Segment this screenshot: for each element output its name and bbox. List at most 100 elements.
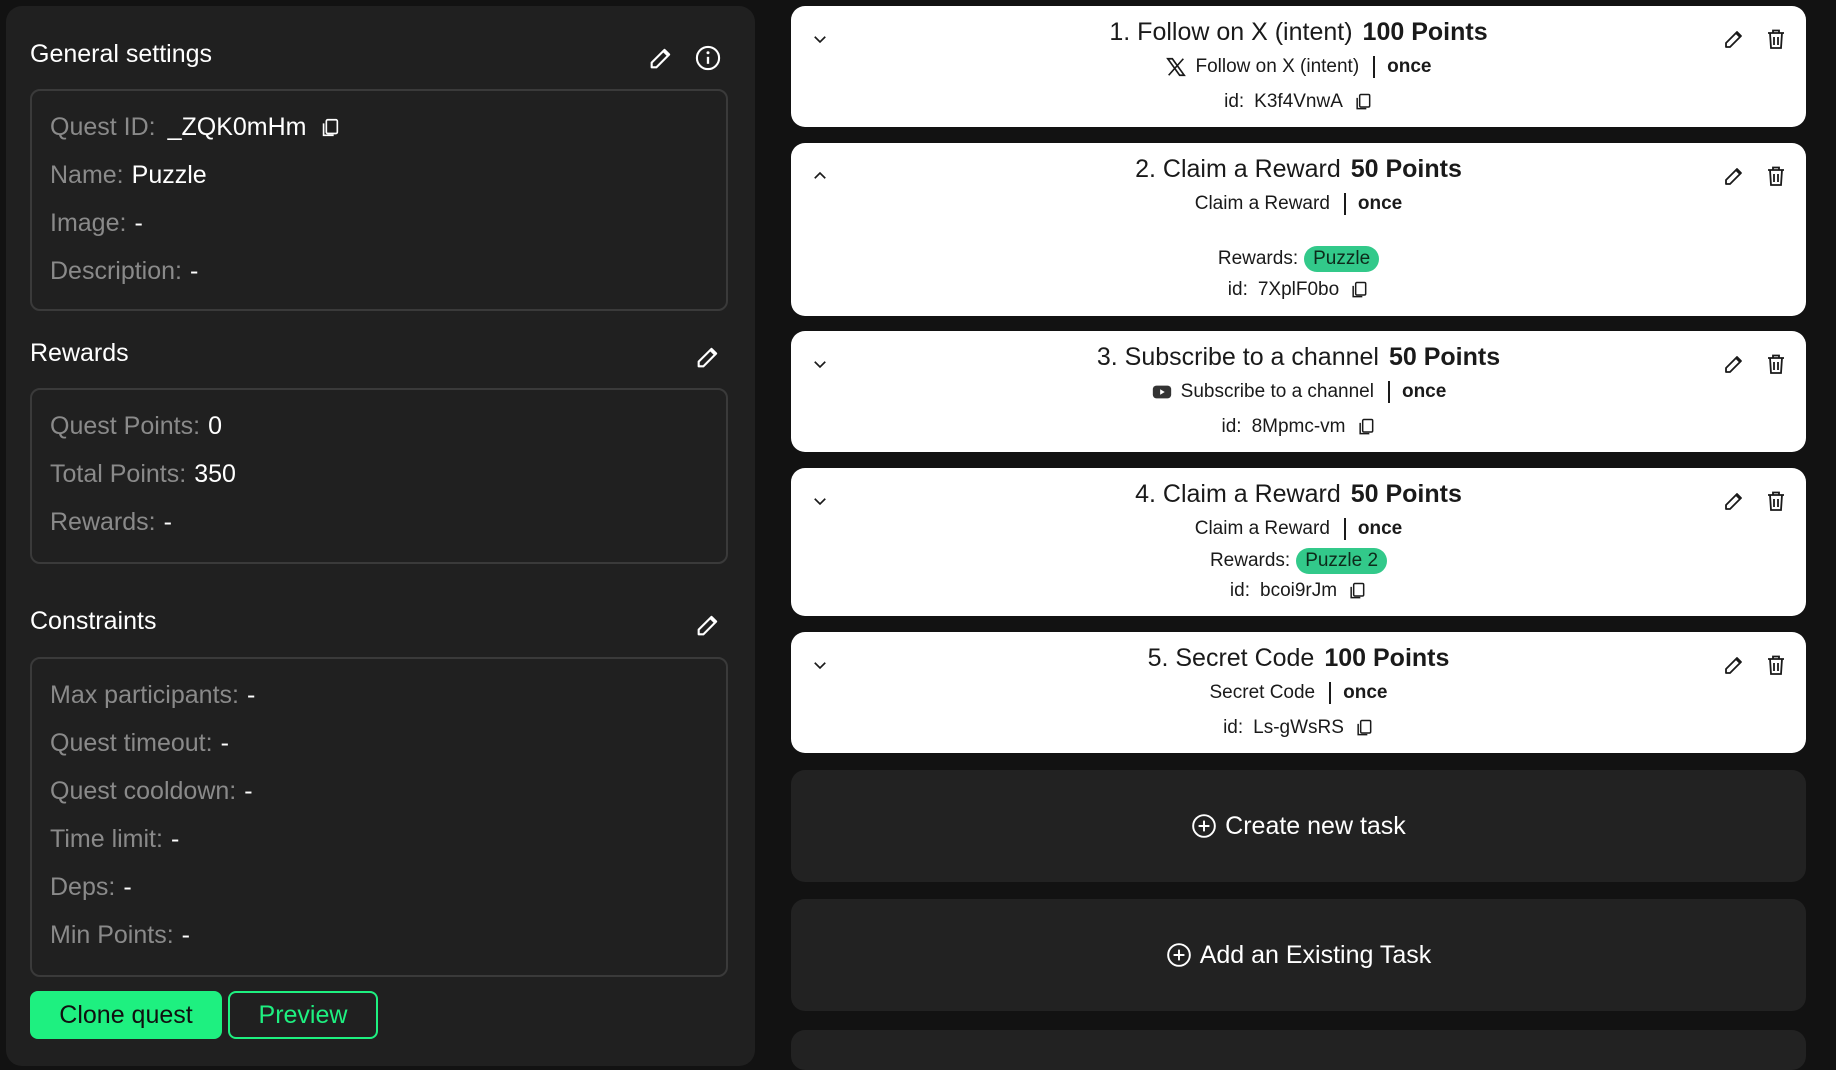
general-settings-title: General settings	[30, 40, 213, 68]
task-id-line: id: bcoi9rJm	[791, 580, 1806, 602]
task-card: 2. Claim a Reward 50 Points Claim a Rewar…	[791, 143, 1806, 316]
constraint-row: Quest timeout: -	[50, 729, 229, 758]
task-points: 50 Points	[1350, 155, 1462, 183]
task-title: 5. Secret Code	[1147, 644, 1315, 672]
task-subtitle-line: Secret Code once	[791, 682, 1806, 704]
constraint-label: Deps:	[50, 873, 116, 901]
delete-task-button[interactable]	[1761, 349, 1791, 379]
delete-task-button[interactable]	[1761, 486, 1791, 516]
edit-task-button[interactable]	[1719, 650, 1749, 680]
edit-rewards-button[interactable]	[690, 339, 726, 375]
delete-task-button[interactable]	[1761, 650, 1791, 680]
pencil-icon	[1725, 31, 1742, 48]
add-existing-task-button[interactable]: Add an Existing Task	[791, 899, 1806, 1011]
image-label: Image:	[50, 209, 127, 237]
constraint-value: -	[170, 825, 180, 853]
create-new-task-button[interactable]: Create new task	[791, 770, 1806, 882]
quest-points-row: Quest Points: 0	[50, 412, 222, 441]
task-id: 8Mpmc-vm	[1251, 416, 1346, 437]
info-icon	[695, 45, 721, 71]
image-value: -	[134, 209, 143, 237]
quest-settings-panel: General settings Quest ID: _ZQK0mHm Name…	[6, 6, 755, 1066]
constraint-value: -	[181, 921, 190, 949]
description-label: Description:	[50, 257, 182, 285]
trash-icon	[1768, 655, 1784, 675]
delete-task-button[interactable]	[1761, 24, 1791, 54]
task-subtitle: Secret Code	[1209, 682, 1316, 703]
add-existing-task-label: Add an Existing Task	[1199, 940, 1432, 969]
plus-circle-icon	[1192, 814, 1216, 838]
plus-circle-icon	[1166, 943, 1191, 967]
constraint-value: -	[123, 873, 132, 901]
task-subtitle-line: Subscribe to a channel once	[791, 381, 1806, 408]
task-rewards-line: Rewards: Puzzle 2	[791, 548, 1806, 574]
task-subtitle: Subscribe to a channel	[1180, 381, 1374, 402]
task-id-label: id:	[1227, 279, 1248, 300]
delete-task-button[interactable]	[1761, 161, 1791, 191]
task-subtitle: Follow on X (intent)	[1195, 56, 1360, 77]
constraint-value: -	[220, 729, 229, 757]
trash-icon	[1768, 166, 1784, 186]
quest-points-label: Quest Points:	[50, 412, 201, 440]
name-label: Name:	[50, 161, 124, 189]
pencil-icon	[1725, 356, 1742, 373]
edit-constraints-button[interactable]	[690, 607, 726, 643]
copy-icon[interactable]	[1354, 718, 1374, 738]
clone-quest-button[interactable]: Clone quest	[30, 991, 222, 1039]
total-points-label: Total Points:	[50, 460, 187, 488]
task-title-line: 4. Claim a Reward 50 Points	[791, 480, 1806, 509]
name-row: Name: Puzzle	[50, 161, 207, 190]
quest-id-value: _ZQK0mHm	[167, 113, 307, 141]
task-rewards-label: Rewards:	[1209, 550, 1291, 571]
reward-badge: Puzzle 2	[1296, 548, 1388, 574]
constraint-label: Quest cooldown:	[50, 777, 237, 805]
edit-general-button[interactable]	[643, 40, 679, 76]
task-points: 50 Points	[1388, 343, 1501, 371]
quest-id-row: Quest ID: _ZQK0mHm	[50, 113, 341, 142]
pencil-icon	[650, 48, 671, 69]
task-frequency: once	[1387, 56, 1432, 77]
create-new-task-label: Create new task	[1225, 811, 1406, 840]
copy-icon[interactable]	[1349, 280, 1369, 300]
pencil-icon	[1725, 493, 1742, 510]
quest-id-label: Quest ID:	[50, 113, 156, 141]
task-card: 4. Claim a Reward 50 Points Claim a Rewar…	[791, 468, 1806, 616]
copy-icon[interactable]	[319, 117, 341, 139]
edit-task-button[interactable]	[1719, 349, 1749, 379]
task-frequency: once	[1343, 682, 1388, 703]
task-frequency: once	[1401, 381, 1447, 402]
info-button[interactable]	[690, 40, 726, 76]
copy-icon[interactable]	[1353, 92, 1373, 112]
trash-icon	[1768, 29, 1784, 49]
preview-button[interactable]: Preview	[228, 991, 378, 1039]
constraint-row: Quest cooldown: -	[50, 777, 253, 806]
rewards-box: Quest Points: 0 Total Points: 350 Reward…	[30, 388, 728, 564]
constraint-row: Min Points: -	[50, 921, 190, 950]
constraint-value: -	[244, 777, 253, 805]
pencil-icon	[697, 615, 718, 636]
task-id-label: id:	[1224, 91, 1245, 112]
description-value: -	[190, 257, 199, 285]
pencil-icon	[1725, 168, 1742, 185]
constraint-value: -	[246, 681, 256, 709]
partial-card	[791, 1030, 1806, 1070]
task-card: 1. Follow on X (intent) 100 Points Follow…	[791, 6, 1806, 127]
description-row: Description: -	[50, 257, 198, 286]
task-id: bcoi9rJm	[1260, 580, 1338, 601]
task-id: 7XplF0bo	[1257, 279, 1340, 300]
reward-badge: Puzzle	[1304, 246, 1380, 272]
edit-task-button[interactable]	[1719, 24, 1749, 54]
name-value: Puzzle	[131, 161, 207, 189]
constraint-label: Time limit:	[50, 825, 163, 853]
total-points-value: 350	[194, 460, 236, 488]
copy-icon[interactable]	[1347, 581, 1367, 601]
constraint-label: Min Points:	[50, 921, 174, 949]
constraints-box: Max participants: - Quest timeout: - Que…	[30, 657, 728, 977]
task-frequency: once	[1357, 518, 1403, 539]
edit-task-button[interactable]	[1719, 161, 1749, 191]
task-rewards-label: Rewards:	[1217, 248, 1299, 269]
edit-task-button[interactable]	[1719, 486, 1749, 516]
copy-icon[interactable]	[1356, 417, 1376, 437]
constraint-row: Time limit: -	[50, 825, 179, 854]
task-id-line: id: 7XplF0bo	[791, 279, 1806, 301]
